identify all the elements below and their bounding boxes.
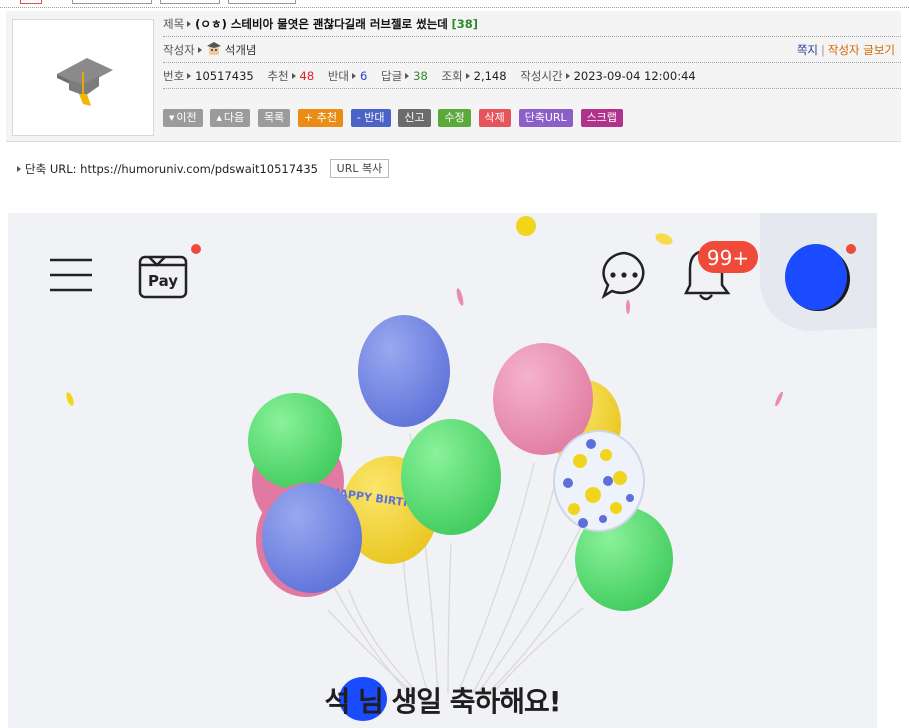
triangle-down-icon: ▼ — [169, 114, 175, 122]
arrow-right-icon — [352, 73, 357, 79]
post-action-bar: ▼ 이전 ▲ 다음 목록 + 추천 - 반대 신고 수정 삭제 단축URL 스크랩 — [163, 109, 627, 129]
oppose-count: 6 — [360, 69, 368, 83]
arrow-right-icon — [187, 73, 192, 79]
pay-icon[interactable]: Pay — [138, 244, 201, 299]
comment-count[interactable]: [38] — [452, 17, 479, 31]
post-meta: 제목 (ㅇㅎ) 스테비아 물엿은 괜찮다길래 러브젤로 썼는데 [38] 작성자 석… — [163, 11, 901, 127]
balloons: HAPPY BIRTHDAY — [248, 315, 673, 611]
edit-button[interactable]: 수정 — [438, 109, 471, 127]
message-link[interactable]: 쪽지 — [797, 43, 818, 57]
arrow-right-icon — [291, 73, 296, 79]
arrow-right-icon — [17, 166, 21, 172]
prev-label: 이전 — [176, 111, 197, 124]
short-url-value[interactable]: https://humoruniv.com/pdswait10517435 — [80, 162, 318, 176]
bell-icon[interactable]: 99+ — [683, 241, 758, 301]
list-button[interactable]: 목록 — [257, 109, 291, 127]
embedded-screenshot: Pay 99+ HAPPY BIRTHDAY 석 님 생일 축하해요! — [8, 213, 877, 728]
arrow-right-icon — [405, 73, 410, 79]
arrow-right-icon — [187, 21, 192, 27]
fragment-box — [20, 0, 42, 4]
oppose-button[interactable]: - 반대 — [350, 109, 391, 127]
arrow-right-icon — [465, 73, 470, 79]
previous-section-fragment — [0, 0, 909, 8]
author-label: 작성자 — [163, 43, 195, 57]
report-button[interactable]: 신고 — [398, 109, 431, 127]
fragment-box — [160, 0, 220, 4]
author-row: 작성자 석개념 쪽지 | 작성자 글보기 — [163, 37, 901, 63]
views-label: 조회 — [441, 69, 463, 83]
notification-badge: 99+ — [707, 246, 749, 270]
author-level-icon — [206, 42, 221, 55]
copy-url-button[interactable]: URL 복사 — [329, 159, 390, 178]
author-name[interactable]: 석개념 — [225, 43, 257, 57]
recommend-button[interactable]: + 추천 — [298, 109, 343, 127]
recommend-count: 48 — [299, 69, 315, 83]
views-count: 2,148 — [473, 69, 507, 83]
post-number: 10517435 — [195, 69, 254, 83]
next-label: 다음 — [223, 111, 245, 124]
recommend-label: 추천 — [267, 69, 289, 83]
fragment-box — [228, 0, 296, 4]
prev-button[interactable]: ▼ 이전 — [163, 109, 203, 127]
replies-count: 38 — [413, 69, 428, 83]
delete-button[interactable]: 삭제 — [478, 109, 511, 127]
time-label: 작성시간 — [520, 69, 563, 83]
short-url-button[interactable]: 단축URL — [518, 109, 573, 127]
triangle-up-icon: ▲ — [216, 114, 222, 122]
embedded-app-screen: Pay 99+ HAPPY BIRTHDAY — [50, 213, 877, 721]
next-button[interactable]: ▲ 다음 — [210, 109, 251, 127]
short-url-label: 단축 URL: — [25, 162, 77, 176]
chat-icon[interactable] — [601, 251, 645, 299]
post-header: 제목 (ㅇㅎ) 스테비아 물엿은 괜찮다길래 러브젤로 썼는데 [38] 작성자 석… — [6, 11, 901, 142]
pay-label: Pay — [148, 272, 178, 290]
birthday-greeting: 석 님 생일 축하해요! — [324, 685, 561, 718]
post-thumbnail — [12, 19, 154, 136]
title-label: 제목 — [163, 17, 185, 31]
arrow-right-icon — [565, 73, 570, 79]
menu-icon[interactable] — [50, 258, 92, 292]
fragment-box — [72, 0, 152, 4]
graduation-cap-icon — [57, 58, 113, 106]
link-separator: | — [820, 43, 825, 57]
post-time: 2023-09-04 12:00:44 — [573, 69, 696, 83]
arrow-right-icon — [197, 47, 202, 53]
oppose-label: 반대 — [327, 69, 350, 83]
scrap-button[interactable]: 스크랩 — [580, 109, 623, 127]
replies-label: 답글 — [381, 69, 403, 83]
number-label: 번호 — [163, 69, 185, 83]
author-posts-link[interactable]: 작성자 글보기 — [828, 43, 895, 57]
short-url-row: 단축 URL: https://humoruniv.com/pdswait105… — [14, 159, 390, 179]
post-title: (ㅇㅎ) 스테비아 물엿은 괜찮다길래 러브젤로 썼는데 — [195, 17, 448, 31]
stats-row: 번호 10517435 추천 48 반대 6 답글 38 조회 2,148 작성시간 202… — [163, 63, 901, 89]
title-row: 제목 (ㅇㅎ) 스테비아 물엿은 괜찮다길래 러브젤로 썼는데 [38] — [163, 11, 901, 37]
author-links: 쪽지 | 작성자 글보기 — [797, 37, 895, 63]
